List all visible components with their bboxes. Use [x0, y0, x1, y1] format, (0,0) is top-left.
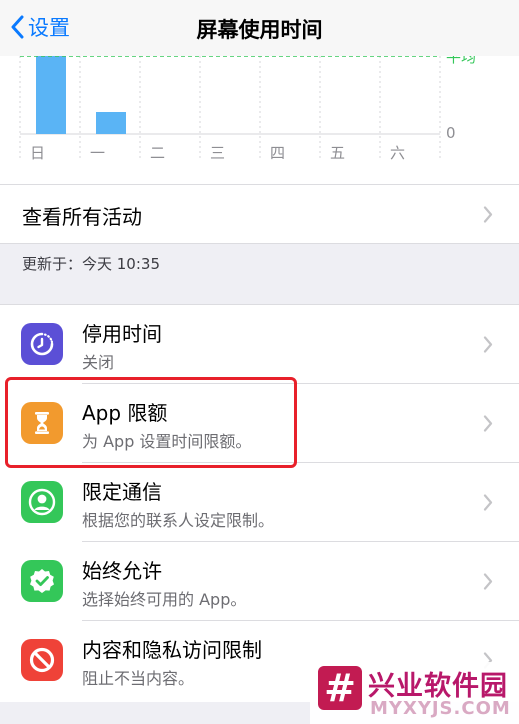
list-item-subtitle: 关闭	[82, 353, 115, 372]
contact-icon	[21, 481, 63, 523]
checkmark-badge-icon	[21, 560, 63, 602]
x-tick-label: 二	[150, 144, 165, 162]
list-item-title: 始终允许	[82, 559, 162, 583]
page-title: 屏幕使用时间	[196, 18, 323, 42]
list-item-subtitle: 根据您的联系人设定限制。	[82, 511, 275, 530]
watermark: # 兴业软件园 MYXYJS.COM	[310, 662, 519, 724]
list-item-title: 内容和隐私访问限制	[82, 638, 262, 662]
bar-1	[96, 112, 126, 134]
navigation-bar: 设置 屏幕使用时间	[0, 0, 519, 56]
restricted-icon	[21, 639, 63, 681]
watermark-logo-icon: #	[318, 666, 362, 710]
usage-chart-svg: 平均 0 日 一 二 三 四 五 六	[19, 56, 476, 162]
average-label: 平均	[446, 56, 476, 66]
list-item-title: 限定通信	[82, 480, 162, 504]
bar-0	[36, 56, 66, 134]
updated-timestamp: 更新于：今天 10:35	[22, 255, 160, 273]
highlight-box	[5, 377, 297, 468]
settings-list: 停用时间 关闭 App 限额 为 App 设置时间限额。 限定通信 根据您的联系…	[0, 304, 519, 702]
x-tick-label: 三	[210, 144, 225, 162]
list-item-subtitle: 阻止不当内容。	[82, 669, 195, 688]
y-tick-label: 0	[446, 124, 456, 142]
x-tick-label: 一	[90, 144, 105, 162]
list-item-communication-limits[interactable]: 限定通信 根据您的联系人设定限制。	[0, 463, 519, 542]
watermark-url: MYXYJS.COM	[370, 698, 511, 719]
x-tick-label: 四	[270, 144, 285, 162]
chevron-right-icon	[483, 494, 493, 511]
list-item-always-allowed[interactable]: 始终允许 选择始终可用的 App。	[0, 542, 519, 621]
downtime-icon	[21, 323, 63, 365]
chevron-right-icon	[483, 336, 493, 353]
x-tick-label: 五	[330, 144, 345, 162]
chevron-right-icon	[483, 573, 493, 590]
list-item-downtime[interactable]: 停用时间 关闭	[0, 305, 519, 384]
usage-chart: 平均 0 日 一 二 三 四 五 六	[0, 56, 519, 184]
list-item-title: 停用时间	[82, 322, 162, 346]
x-tick-label: 日	[30, 144, 45, 162]
x-tick-label: 六	[390, 144, 405, 162]
chevron-right-icon	[483, 206, 493, 223]
see-all-activity-label: 查看所有活动	[22, 205, 142, 229]
see-all-activity-row[interactable]: 查看所有活动	[0, 184, 519, 244]
list-item-subtitle: 选择始终可用的 App。	[82, 590, 247, 609]
chevron-right-icon	[483, 415, 493, 432]
